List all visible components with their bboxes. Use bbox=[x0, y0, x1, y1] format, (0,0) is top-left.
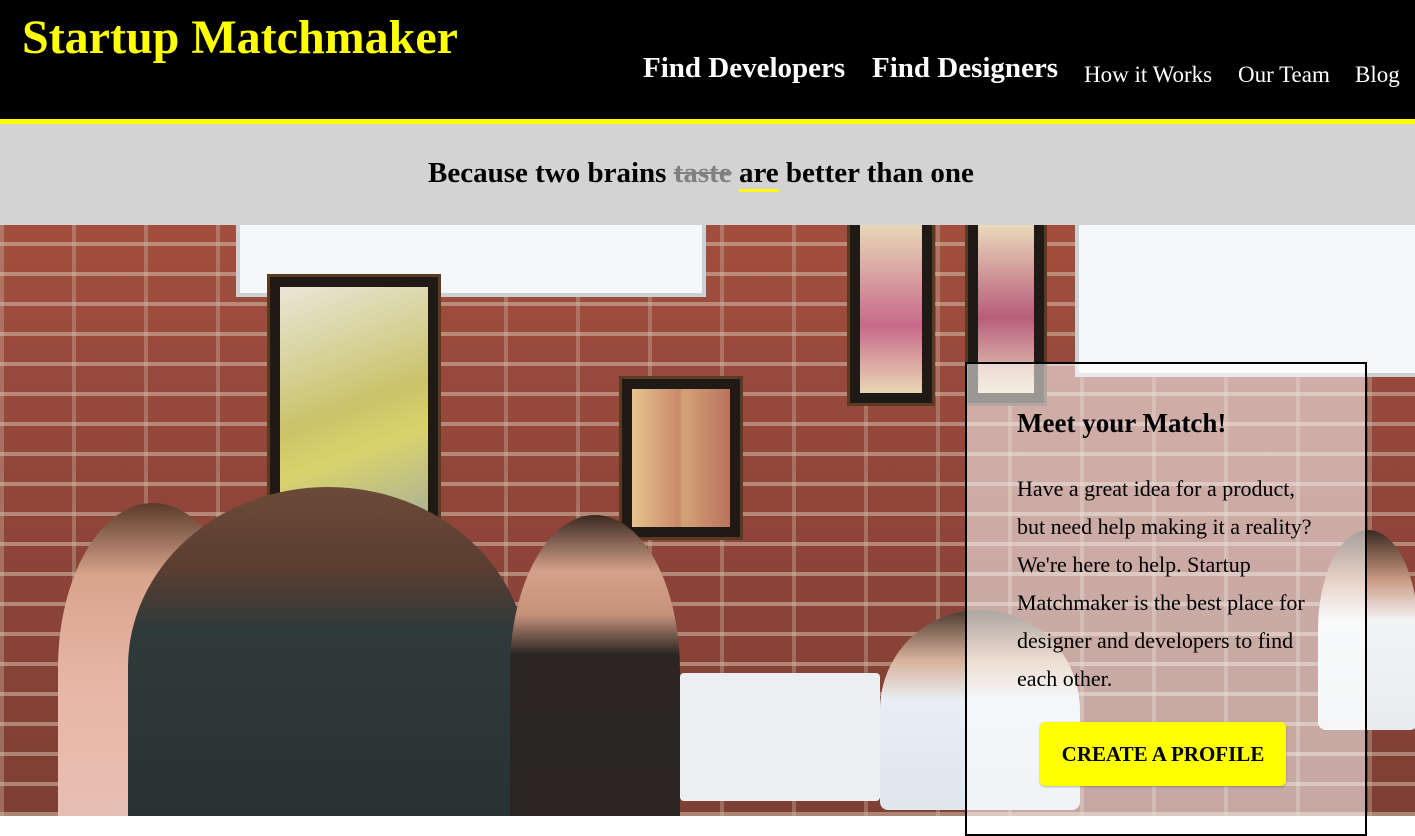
main-nav: Find Developers Find Designers How it Wo… bbox=[0, 0, 1415, 119]
tagline-before: Because two brains bbox=[428, 157, 674, 189]
nav-find-designers[interactable]: Find Designers bbox=[872, 50, 1058, 86]
framed-art-portraits bbox=[622, 379, 740, 537]
create-profile-button[interactable]: CREATE A PROFILE bbox=[1040, 722, 1286, 786]
tagline-highlight-word: are bbox=[738, 157, 779, 192]
tagline: Because two brains taste are better than… bbox=[428, 154, 974, 192]
tagline-band: Because two brains taste are better than… bbox=[0, 124, 1415, 225]
laptop bbox=[680, 673, 880, 801]
tagline-after: better than one bbox=[778, 157, 974, 189]
tagline-struck-word: taste bbox=[673, 157, 732, 189]
nav-our-team[interactable]: Our Team bbox=[1238, 60, 1330, 90]
framed-art-tall-1 bbox=[850, 225, 932, 403]
nav-find-developers[interactable]: Find Developers bbox=[643, 50, 845, 86]
card-body: Have a great idea for a product, but nee… bbox=[1017, 476, 1312, 691]
nav-how-it-works[interactable]: How it Works bbox=[1084, 60, 1212, 90]
match-card: Meet your Match! Have a great idea for a… bbox=[965, 362, 1367, 836]
person-young-man bbox=[510, 515, 680, 816]
nav-blog[interactable]: Blog bbox=[1355, 60, 1400, 90]
site-header: Startup Matchmaker Find Developers Find … bbox=[0, 0, 1415, 124]
card-title: Meet your Match! bbox=[1017, 408, 1227, 438]
window-right bbox=[1075, 225, 1415, 377]
